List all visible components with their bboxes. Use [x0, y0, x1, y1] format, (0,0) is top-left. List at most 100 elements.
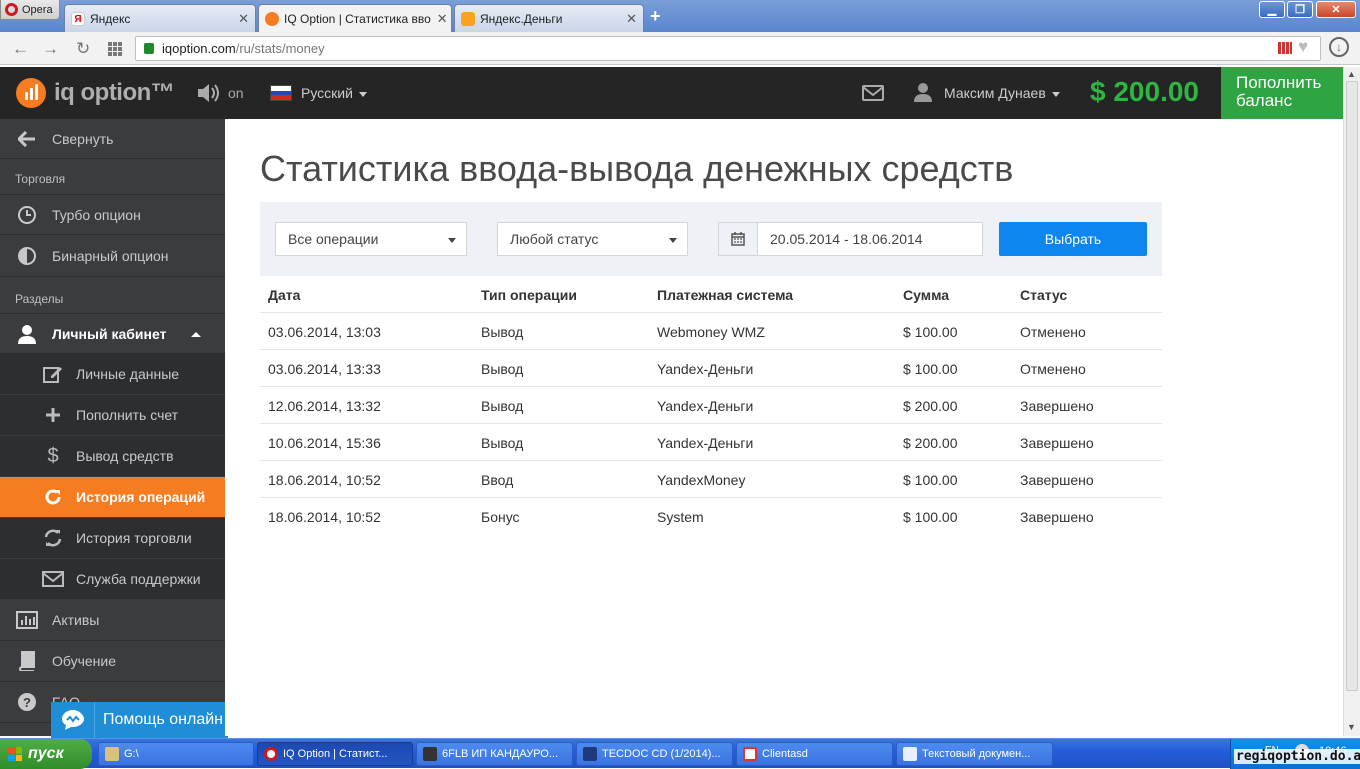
tecdoc-icon	[583, 747, 597, 761]
browser-tab-bar: Opera Я Яндекс ✕ IQ Option | Статистика …	[0, 0, 1360, 32]
apply-filter-button[interactable]: Выбрать	[999, 222, 1147, 256]
cell-status: Отменено	[1020, 324, 1086, 340]
language-select[interactable]: Русский	[301, 85, 367, 101]
taskbar-item-label: Clientasd	[762, 748, 808, 760]
cell-date: 03.06.2014, 13:03	[268, 324, 381, 340]
forward-icon[interactable]: →	[42, 39, 59, 59]
window-close-button[interactable]: ✕	[1316, 1, 1356, 18]
cell-status: Завершено	[1020, 472, 1094, 488]
operations-select-value: Все операции	[288, 231, 379, 247]
collapse-sidebar-button[interactable]: Свернуть	[0, 119, 225, 159]
bar-chart-icon	[16, 610, 38, 630]
browser-tab-title: Яндекс	[90, 11, 131, 26]
start-button[interactable]: пуск	[0, 739, 92, 769]
column-header-type[interactable]: Тип операции	[481, 287, 577, 303]
sidebar-item-turbo[interactable]: Турбо опцион	[0, 194, 225, 235]
operations-select[interactable]: Все операции	[275, 222, 467, 256]
calendar-button[interactable]	[718, 222, 758, 256]
sound-toggle[interactable]: on	[228, 85, 244, 101]
cell-date: 03.06.2014, 13:33	[268, 361, 381, 377]
sidebar-item-personal-data[interactable]: Личные данные	[0, 354, 225, 395]
close-tab-icon[interactable]: ✕	[232, 11, 249, 27]
browser-tab[interactable]: Яндекс.Деньги ✕	[454, 4, 644, 32]
browser-tab-active[interactable]: IQ Option | Статистика вво ✕	[258, 4, 452, 32]
cell-amount: $ 100.00	[903, 509, 958, 525]
browser-tab[interactable]: Я Яндекс ✕	[64, 4, 256, 32]
clock-icon	[16, 205, 38, 225]
cell-amount: $ 100.00	[903, 472, 958, 488]
speed-dial-icon[interactable]	[108, 42, 122, 56]
sidebar-item-binary[interactable]: Бинарный опцион	[0, 236, 225, 277]
scroll-down-icon[interactable]: ▼	[1347, 722, 1356, 732]
taskbar-item[interactable]: G:\	[98, 742, 254, 766]
close-tab-icon[interactable]: ✕	[620, 11, 637, 27]
date-range-input[interactable]: 20.05.2014 - 18.06.2014	[757, 222, 983, 256]
column-header-payment-system[interactable]: Платежная система	[657, 287, 793, 303]
logo-text[interactable]: iq option™	[54, 79, 175, 107]
status-select-value: Любой статус	[510, 231, 599, 247]
opera-icon	[264, 747, 278, 761]
username-label: Максим Дунаев	[944, 85, 1046, 101]
maximize-button[interactable]: ❐	[1287, 1, 1313, 18]
sidebar-item-withdraw[interactable]: $ Вывод средств	[0, 436, 225, 477]
mail-icon[interactable]	[862, 85, 884, 101]
back-icon[interactable]: ←	[12, 39, 29, 59]
page-scrollbar[interactable]: ▲ ▼	[1343, 67, 1360, 736]
close-tab-icon[interactable]: ✕	[431, 11, 448, 27]
balance-amount: $ 200.00	[1090, 76, 1199, 107]
sidebar-item-top-up[interactable]: Пополнить счет	[0, 395, 225, 436]
extensions-icon[interactable]	[1278, 42, 1292, 54]
cell-amount: $ 100.00	[903, 324, 958, 340]
cell-type: Ввод	[481, 472, 514, 488]
sidebar-item-history-trading[interactable]: История торговли	[0, 518, 225, 559]
taskbar-item[interactable]: Clientasd	[736, 742, 893, 766]
reload-icon[interactable]: ↻	[76, 39, 90, 59]
plus-icon	[42, 405, 64, 425]
sidebar-item-education[interactable]: Обучение	[0, 641, 225, 682]
watermark-text: regiqoption.do.am	[1234, 749, 1360, 764]
sidebar-item-cabinet[interactable]: Личный кабинет	[0, 313, 225, 354]
sidebar-item-support[interactable]: Служба поддержки	[0, 559, 225, 600]
sidebar-item-label: Личный кабинет	[52, 325, 167, 342]
heart-icon[interactable]: ♥	[1298, 37, 1308, 57]
taskbar-item[interactable]: Текстовый докумен...	[896, 742, 1053, 766]
clock-half-icon	[16, 246, 38, 266]
iqoption-icon	[265, 11, 279, 26]
sections-heading: Разделы	[15, 292, 64, 306]
taskbar-item[interactable]: 6FLB ИП КАНДАУРО...	[416, 742, 573, 766]
download-icon[interactable]: ↓	[1329, 37, 1349, 57]
speaker-icon[interactable]	[196, 81, 222, 105]
scrollbar-thumb[interactable]	[1346, 81, 1358, 691]
new-tab-button[interactable]: +	[650, 6, 661, 27]
column-header-status[interactable]: Статус	[1020, 287, 1067, 303]
sidebar-item-history-operations[interactable]: История операций	[0, 477, 225, 518]
url-host: iqoption.com	[162, 41, 236, 56]
russia-flag-icon	[270, 85, 292, 101]
opera-menu-button[interactable]: Opera	[0, 0, 60, 20]
taskbar-item-label: G:\	[124, 748, 139, 760]
user-icon	[16, 324, 38, 344]
browser-tab-title: Яндекс.Деньги	[480, 11, 563, 26]
sidebar-item-assets[interactable]: Активы	[0, 600, 225, 641]
window-icon	[743, 747, 757, 761]
cell-status: Завершено	[1020, 398, 1094, 414]
sidebar-item-label: Обучение	[52, 653, 117, 669]
cell-status: Завершено	[1020, 435, 1094, 451]
deposit-button[interactable]: Пополнить баланс	[1221, 67, 1343, 119]
table-row: 18.06.2014, 10:52 Ввод YandexMoney $ 100…	[260, 461, 1162, 498]
user-menu[interactable]: Максим Дунаев	[944, 85, 1060, 101]
minimize-button[interactable]: ▁	[1259, 1, 1285, 18]
column-header-date[interactable]: Дата	[268, 287, 300, 303]
url-input[interactable]: iqoption.com/ru/stats/money	[135, 36, 1321, 61]
cell-type: Вывод	[481, 361, 524, 377]
taskbar-item-active[interactable]: IQ Option | Статист...	[257, 742, 413, 766]
taskbar-item-label: Текстовый докумен...	[922, 748, 1031, 760]
scroll-up-icon[interactable]: ▲	[1347, 69, 1356, 79]
taskbar-item[interactable]: TECDOC CD (1/2014)...	[576, 742, 733, 766]
chevron-down-icon	[358, 91, 367, 97]
online-help-button[interactable]: Помощь онлайн	[51, 702, 228, 738]
status-select[interactable]: Любой статус	[497, 222, 688, 256]
sidebar-item-label: Вывод средств	[76, 448, 174, 464]
table-row: 03.06.2014, 13:33 Вывод Yandex-Деньги $ …	[260, 350, 1162, 387]
column-header-amount[interactable]: Сумма	[903, 287, 949, 303]
